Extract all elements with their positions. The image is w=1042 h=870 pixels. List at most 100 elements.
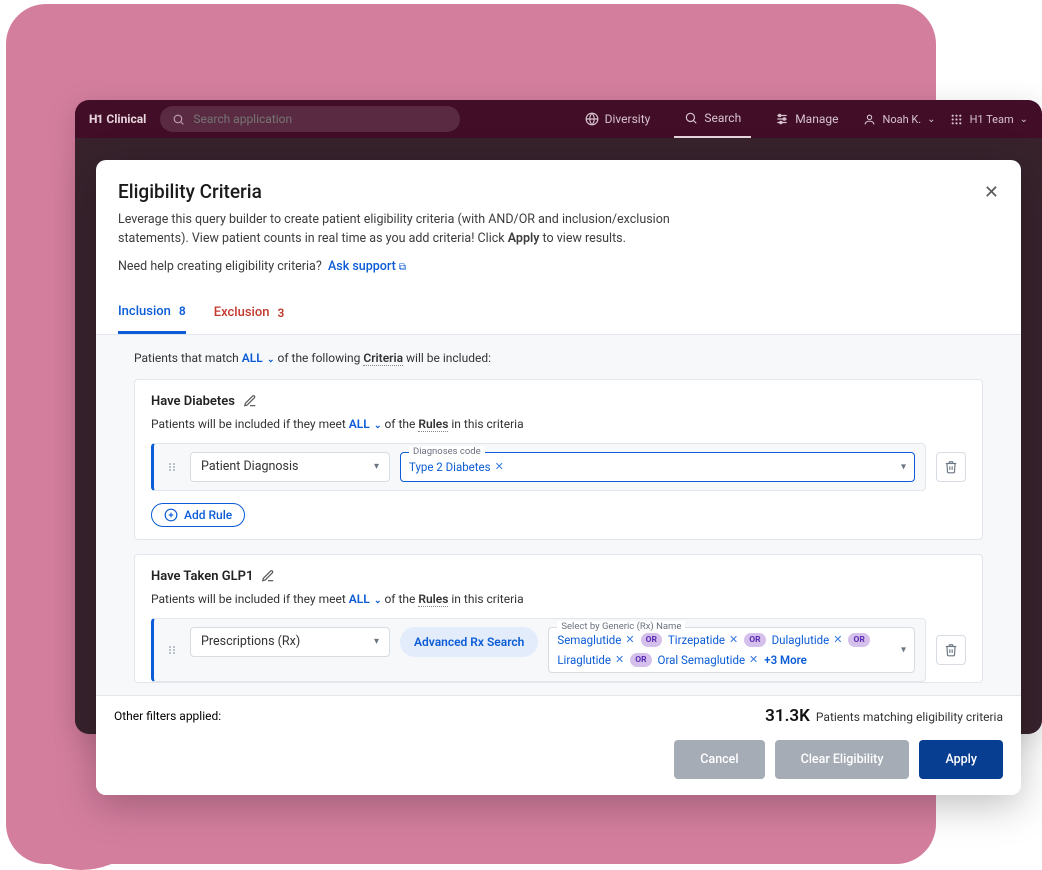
help-line: Need help creating eligibility criteria?… (118, 259, 999, 274)
rule-type-select[interactable]: Patient Diagnosis ▾ (190, 452, 390, 482)
advanced-rx-search-button[interactable]: Advanced Rx Search (400, 627, 538, 657)
modal-description: Leverage this query builder to create pa… (118, 211, 738, 249)
sliders-icon (775, 112, 789, 126)
edit-title-button[interactable] (243, 394, 257, 408)
brand-mark: H1 (89, 112, 102, 126)
tab-exclusion[interactable]: Exclusion 3 (214, 294, 285, 334)
chip-remove[interactable]: ✕ (833, 633, 842, 646)
chip-dulaglutide: Dulaglutide✕ (772, 632, 843, 648)
user-name: Noah K. (882, 113, 921, 126)
search-icon (172, 112, 185, 126)
team-name: H1 Team (970, 113, 1014, 126)
clear-eligibility-button[interactable]: Clear Eligibility (775, 740, 910, 779)
chip-remove[interactable]: ✕ (495, 460, 504, 473)
grid-icon (950, 112, 964, 126)
criteria-title: Have Diabetes (151, 394, 235, 409)
diagnoses-code-field[interactable]: Diagnoses code Type 2 Diabetes ✕ ▾ (400, 452, 915, 482)
or-pill: OR (641, 633, 662, 647)
chevron-down-icon: ⌄ (1020, 114, 1028, 125)
topbar: H1 Clinical Diversity Search Man (75, 100, 1042, 138)
user-menu[interactable]: Noah K. ⌄ (862, 112, 935, 126)
chip-tirzepatide: Tirzepatide✕ (668, 632, 738, 648)
chevron-down-icon: ▾ (374, 636, 379, 647)
criteria-match-line: Patients will be included if they meet A… (151, 592, 966, 606)
chevron-down-icon[interactable]: ▾ (901, 461, 906, 472)
ask-support-link[interactable]: Ask support ⧉ (328, 259, 406, 274)
footer-summary: Other filters applied: 31.3K Patients mat… (114, 706, 1003, 726)
brand-logo[interactable]: H1 Clinical (89, 112, 146, 126)
chip-remove[interactable]: ✕ (615, 653, 624, 666)
criteria-all-toggle[interactable]: ALL ⌄ (349, 592, 382, 606)
chip-remove[interactable]: ✕ (729, 633, 738, 646)
trash-icon (944, 460, 958, 474)
chevron-down-icon[interactable]: ▾ (901, 644, 906, 655)
chip-semaglutide: Semaglutide✕ (557, 632, 634, 648)
rules-word: Rules (418, 417, 448, 432)
field-label: Select by Generic (Rx) Name (557, 621, 685, 632)
trash-icon (944, 643, 958, 657)
edit-title-button[interactable] (261, 569, 275, 583)
brand-name-text: Clinical (106, 112, 146, 126)
or-pill: OR (630, 653, 651, 667)
more-chips[interactable]: +3 More (764, 653, 807, 667)
global-search-input[interactable] (193, 112, 448, 126)
drag-handle[interactable] (164, 452, 180, 482)
delete-rule-button[interactable] (936, 635, 966, 665)
patient-count: 31.3K (765, 706, 810, 726)
external-link-icon: ⧉ (399, 262, 406, 273)
nav-manage[interactable]: Manage (765, 100, 848, 138)
cancel-button[interactable]: Cancel (674, 740, 764, 779)
criteria-title-row: Have Diabetes (151, 394, 966, 409)
criteria-card-diabetes: Have Diabetes Patients will be included … (134, 379, 983, 540)
apply-button[interactable]: Apply (919, 740, 1003, 779)
criteria-card-glp1: Have Taken GLP1 Patients will be include… (134, 554, 983, 683)
chip-remove[interactable]: ✕ (749, 653, 758, 666)
criteria-match-line: Patients will be included if they meet A… (151, 417, 966, 431)
team-menu[interactable]: H1 Team ⌄ (950, 112, 1028, 126)
plus-circle-icon (164, 508, 178, 522)
nav-diversity[interactable]: Diversity (575, 100, 661, 138)
chevron-down-icon: ▾ (374, 461, 379, 472)
close-button[interactable]: ✕ (984, 182, 999, 203)
chip-liraglutide: Liraglutide✕ (557, 652, 624, 668)
criteria-title: Have Taken GLP1 (151, 569, 253, 584)
chevron-down-icon: ⌄ (927, 114, 935, 125)
nav-search-label: Search (704, 111, 741, 125)
rule-type-select[interactable]: Prescriptions (Rx) ▾ (190, 627, 390, 657)
nav-diversity-label: Diversity (605, 112, 651, 126)
search-icon (684, 111, 698, 125)
tab-exclusion-count: 3 (277, 306, 284, 320)
nav-search[interactable]: Search (674, 100, 751, 138)
rule-type-value: Patient Diagnosis (201, 459, 299, 474)
globe-icon (585, 112, 599, 126)
drag-handle[interactable] (164, 627, 180, 673)
tab-inclusion[interactable]: Inclusion 8 (118, 294, 186, 334)
matching-label: Patients matching eligibility criteria (816, 710, 1003, 724)
global-search[interactable] (160, 106, 460, 132)
field-label: Diagnoses code (409, 446, 485, 457)
chip-oral-semaglutide: Oral Semaglutide✕ (658, 652, 759, 668)
criteria-word: Criteria (363, 351, 403, 366)
chip-remove[interactable]: ✕ (625, 633, 634, 646)
add-rule-button[interactable]: Add Rule (151, 503, 245, 527)
rx-name-field[interactable]: Select by Generic (Rx) Name Semaglutide✕… (548, 627, 915, 673)
modal-footer: Other filters applied: 31.3K Patients mat… (96, 695, 1021, 795)
tab-inclusion-count: 8 (179, 304, 186, 318)
rule-row: Patient Diagnosis ▾ Diagnoses code Type … (151, 443, 926, 491)
footer-buttons: Cancel Clear Eligibility Apply (114, 740, 1003, 779)
delete-rule-button[interactable] (936, 452, 966, 482)
or-pill: OR (848, 633, 869, 647)
chip-type2-diabetes: Type 2 Diabetes ✕ (409, 459, 504, 475)
or-pill: OR (744, 633, 765, 647)
other-filters-label: Other filters applied: (114, 709, 221, 723)
tab-exclusion-label: Exclusion (214, 305, 270, 320)
match-condition-line: Patients that match ALL ⌄ of the followi… (134, 351, 983, 365)
match-all-toggle[interactable]: ALL ⌄ (242, 351, 275, 365)
criteria-all-toggle[interactable]: ALL ⌄ (349, 417, 382, 431)
user-icon (862, 112, 876, 126)
tab-inclusion-label: Inclusion (118, 304, 171, 319)
modal-title: Eligibility Criteria (118, 180, 999, 203)
add-rule-label: Add Rule (184, 508, 232, 522)
eligibility-modal: Eligibility Criteria Leverage this query… (96, 160, 1021, 795)
nav-manage-label: Manage (795, 112, 838, 126)
